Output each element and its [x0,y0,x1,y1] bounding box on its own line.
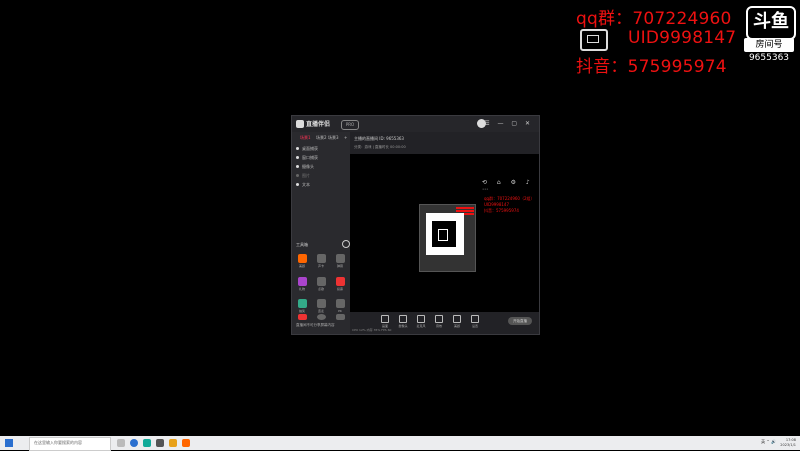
app-icon-1[interactable] [143,439,151,447]
tool-song[interactable]: 点歌 [314,277,328,291]
search-placeholder: 在这里输入你要搜索的内容 [34,440,82,445]
tool-screen[interactable]: 画面 [378,315,392,328]
main-area: 主播的直播间 ID: 9655363 分类：游戏 | 直播时长 00:00:00… [350,132,539,334]
settings-icon [335,314,345,320]
system-tray[interactable]: 英 ⌃ 🔊 [761,439,776,445]
tool-camera[interactable]: 摄像头 [396,315,410,328]
scene-item[interactable]: 摄像头 [296,164,314,170]
taskbar-search-input[interactable]: 在这里输入你要搜索的内容 [29,437,111,451]
douyin-text: 抖音：575995974 [576,57,727,77]
share-notice: 直播间不可分享屏幕内容 [296,323,335,327]
tool-soundcard[interactable]: 声卡 [314,254,328,268]
tool-gift[interactable]: 礼物 [295,277,309,291]
status-bar: CPU 12% 内存 35% FPS 60 [352,328,392,332]
danmaku-icon [335,254,345,263]
tool-mic[interactable]: 麦克风 [414,315,428,328]
scene-item[interactable]: 文本 [296,182,310,188]
pk-icon [335,299,345,308]
scene-item[interactable]: 桌面捕获 [296,146,318,152]
scene-item[interactable]: 窗口捕获 [296,155,318,161]
camera-icon [399,315,407,323]
start-live-button[interactable]: 开始直播 [508,317,532,325]
gift-icon [297,277,307,286]
folder-icon[interactable] [169,439,177,447]
sound-effect-icon [435,315,443,323]
streaming-app-window[interactable]: 直播伴侣 PRO ☰ — ▢ ✕ 场景1 场景2 场景3 + 桌面捕获 窗口捕获… [291,115,540,335]
mic-link-icon [316,299,326,308]
pro-badge[interactable]: PRO [341,120,359,130]
more-icon [316,314,326,320]
app-logo-icon [296,120,304,128]
live-preview[interactable]: ⟲ ⌂ ⚙ ♪ ⋯ qq群：707224960（2组） UID9998147 抖… [350,154,539,312]
tool-pk[interactable]: PK [333,299,347,313]
vote-icon [335,277,345,286]
add-scene-button[interactable]: + [344,135,347,140]
tool-sound-effect[interactable]: 音效 [432,315,446,328]
tool-settings-bottom[interactable]: 设置 [468,315,482,328]
tool-mic-link[interactable]: 连麦 [314,299,328,313]
tool-more[interactable] [314,314,328,320]
scene-item[interactable]: 图片 [296,173,310,179]
soundcard-icon [316,254,326,263]
preview-overlay-text: qq群：707224960（2组） UID9998147 抖音：57599597… [484,196,535,213]
tool-danmaku[interactable]: 弹幕 [333,254,347,268]
visibility-icon[interactable] [296,174,299,177]
tool-vote[interactable]: 投票 [333,277,347,291]
logo-mark: 斗鱼 [746,6,796,40]
app-brand: 直播伴侣 [306,121,331,128]
tool-goods[interactable] [295,314,309,320]
room-info-bar: 主播的直播间 ID: 9655363 分类：游戏 | 直播时长 00:00:00 [350,132,539,154]
visibility-icon[interactable] [296,156,299,159]
tab-scene-3[interactable]: 场景3 [328,135,339,141]
uid-text: UID9998147 [628,28,737,48]
tab-scene-2[interactable]: 场景2 [316,135,327,141]
goods-icon [297,314,307,320]
lottery-icon [297,299,307,308]
tool-settings[interactable] [333,314,347,320]
room-title: 主播的直播间 ID: 9655363 [354,136,404,141]
room-tag: 房间号 [744,38,794,52]
date: 2023/1/1 [780,443,796,447]
windows-start-icon[interactable] [5,439,13,447]
tool-beauty[interactable]: 美颜 [295,254,309,268]
visibility-icon[interactable] [296,165,299,168]
app-icon-2[interactable] [156,439,164,447]
toolbox-title: 工具箱 [296,242,308,247]
room-subtitle: 分类：游戏 | 直播时长 00:00:00 [354,145,406,149]
tab-scene-1[interactable]: 场景1 [300,135,311,141]
tool-lottery[interactable]: 抽奖 [295,299,309,313]
left-panel: 场景1 场景2 场景3 + 桌面捕获 窗口捕获 摄像头 图片 文本 工具箱 美颜… [292,132,350,334]
visibility-icon[interactable] [296,147,299,150]
streaming-app-icon[interactable] [182,439,190,447]
gear-icon [471,315,479,323]
tv-icon [580,29,608,51]
beauty-bottom-icon [453,315,461,323]
stream-overlay: qq群：707224960（2组） UID9998147 抖音：57599597… [574,0,800,80]
title-bar[interactable]: 直播伴侣 PRO ☰ — ▢ ✕ [292,116,539,132]
browser-icon[interactable] [130,439,138,447]
mic-icon [417,315,425,323]
screen-icon [381,315,389,323]
nested-capture [419,204,476,272]
tool-beauty-bottom[interactable]: 美颜 [450,315,464,328]
task-view-icon[interactable] [117,439,125,447]
song-icon [316,277,326,286]
window-controls[interactable]: ☰ — ▢ ✕ [484,120,533,127]
gear-icon[interactable] [342,240,350,248]
preview-icons[interactable]: ⟲ ⌂ ⚙ ♪ ⋯ [482,179,539,193]
clock[interactable]: 17:08 2023/1/1 [780,438,796,448]
douyu-logo: 斗鱼 房间号 9655363 [742,6,796,63]
room-number: 9655363 [748,53,790,63]
visibility-icon[interactable] [296,183,299,186]
beauty-icon [297,254,307,263]
taskbar: 在这里输入你要搜索的内容 英 ⌃ 🔊 17:08 2023/1/1 [0,436,800,451]
